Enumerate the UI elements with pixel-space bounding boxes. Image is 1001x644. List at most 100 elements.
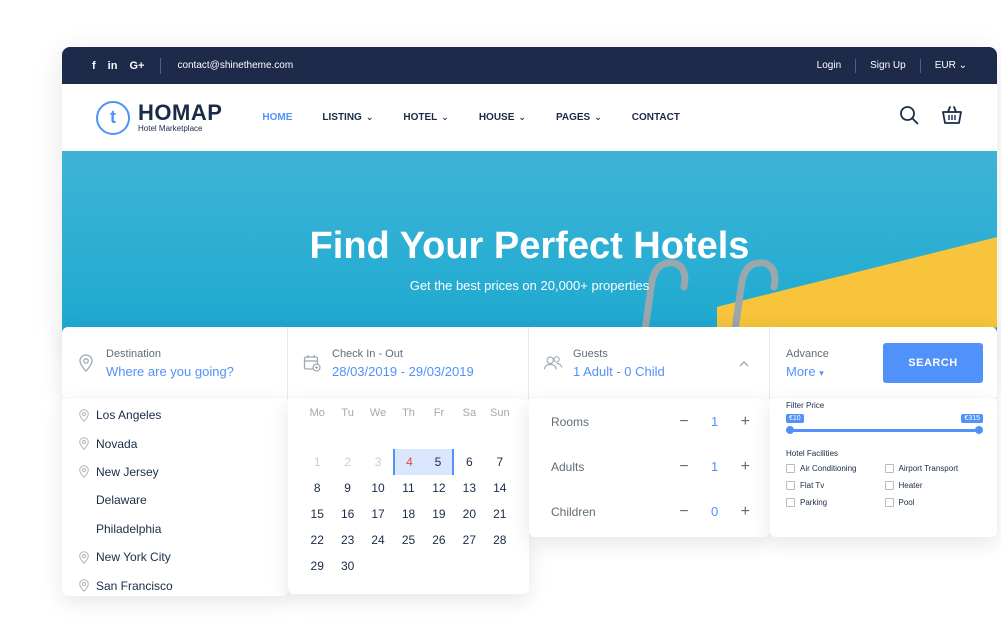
chevron-down-icon: ⌄ [958, 60, 967, 71]
advance-label: Advance [786, 347, 829, 360]
children-stepper: − 0 + [679, 503, 750, 521]
checkbox[interactable] [884, 498, 894, 507]
calendar-day[interactable]: 11 [393, 481, 423, 495]
calendar-day[interactable]: 18 [393, 507, 423, 521]
calendar-day[interactable]: 15 [302, 507, 332, 521]
calendar-day[interactable]: 9 [332, 481, 362, 495]
advance-field[interactable]: Advance More ▾ [770, 327, 843, 399]
google-plus-icon[interactable]: G+ [129, 60, 144, 72]
destination-input[interactable]: Where are you going? [106, 364, 234, 379]
currency-selector[interactable]: EUR ⌄ [935, 60, 967, 71]
facilities-list: Air Conditioning Airport Transport Flat … [786, 464, 983, 507]
calendar-day[interactable]: 29 [302, 559, 332, 573]
chevron-up-icon[interactable] [739, 356, 749, 370]
calendar-day[interactable]: 28 [485, 533, 515, 547]
calendar-day[interactable]: 10 [363, 481, 393, 495]
calendar-day[interactable]: 7 [485, 455, 515, 469]
rooms-stepper: − 1 + [679, 413, 750, 431]
calendar-day[interactable]: 8 [302, 481, 332, 495]
nav-item-home[interactable]: HOME [262, 112, 292, 123]
minus-icon[interactable]: − [679, 503, 688, 521]
guests-label: Guests [573, 347, 608, 360]
slider-handle-min[interactable] [786, 426, 794, 434]
checkbox[interactable] [786, 464, 795, 473]
destination-dropdown: Los Angeles Novada New Jersey Delaware P… [62, 399, 288, 596]
calendar-day[interactable]: 27 [454, 533, 484, 547]
calendar-day[interactable]: 19 [424, 507, 454, 521]
facility-checkbox[interactable]: Airport Transport [884, 464, 984, 473]
list-item[interactable]: New York City [72, 543, 288, 571]
calendar-day[interactable]: 12 [424, 481, 454, 495]
guests-dropdown: Rooms − 1 + Adults − 1 + Children − 0 + [529, 399, 770, 537]
calendar-day[interactable]: 6 [454, 455, 484, 469]
minus-icon[interactable]: − [679, 413, 688, 431]
list-item[interactable]: San Francisco [72, 571, 288, 599]
list-item[interactable]: Delaware [72, 486, 288, 514]
facility-label: Flat Tv [800, 481, 825, 490]
calendar-day[interactable]: 20 [454, 507, 484, 521]
plus-icon[interactable]: + [741, 413, 750, 431]
facility-checkbox[interactable]: Air Conditioning [786, 464, 885, 473]
facility-checkbox[interactable]: Parking [786, 498, 885, 507]
search-button[interactable]: SEARCH [883, 343, 983, 383]
location-pin-icon [72, 408, 96, 422]
facility-checkbox[interactable]: Heater [884, 481, 984, 490]
topbar-divider [160, 57, 162, 74]
advance-more-toggle[interactable]: More ▾ [786, 364, 829, 379]
calendar-day[interactable]: 30 [332, 559, 362, 573]
calendar-day[interactable]: 17 [363, 507, 393, 521]
checkbox[interactable] [786, 498, 795, 507]
calendar-day[interactable]: 22 [302, 533, 332, 547]
slider-handle-max[interactable] [975, 426, 983, 434]
nav-item-pages[interactable]: PAGES ⌄ [556, 112, 602, 123]
calendar-day[interactable]: 24 [363, 533, 393, 547]
plus-icon[interactable]: + [741, 503, 750, 521]
signup-link[interactable]: Sign Up [870, 60, 906, 71]
checkbox[interactable] [884, 481, 894, 490]
list-item[interactable]: New Jersey [72, 458, 288, 486]
contact-email-link[interactable]: contact@shinetheme.com [177, 60, 293, 71]
guests-field[interactable]: Guests 1 Adult - 0 Child [529, 327, 770, 399]
minus-icon[interactable]: − [679, 458, 688, 476]
search-icon[interactable] [899, 105, 919, 130]
calendar-day[interactable]: 16 [332, 507, 362, 521]
calendar-day[interactable]: 14 [485, 481, 515, 495]
nav-item-label: LISTING [322, 112, 362, 123]
checkbox[interactable] [884, 464, 894, 473]
adults-label: Adults [551, 459, 585, 474]
calendar-day-selected-start[interactable]: 4 [393, 449, 424, 475]
location-pin-icon [72, 437, 96, 451]
nav-item-hotel[interactable]: HOTEL ⌄ [403, 112, 448, 123]
linkedin-icon[interactable]: in [108, 60, 118, 72]
nav-item-label: HOUSE [478, 112, 515, 123]
logo[interactable]: t HOMAP Hotel Marketplace [96, 100, 222, 135]
facility-checkbox[interactable]: Pool [884, 498, 984, 507]
facility-checkbox[interactable]: Flat Tv [786, 481, 885, 490]
users-icon [543, 354, 563, 372]
date-range-field[interactable]: Check In - Out 28/03/2019 - 29/03/2019 [288, 327, 529, 399]
nav-item-contact[interactable]: CONTACT [632, 112, 680, 123]
cart-basket-icon[interactable] [941, 105, 963, 130]
price-range-slider[interactable] [786, 425, 983, 435]
calendar-day[interactable]: 21 [485, 507, 515, 521]
list-item[interactable]: Novada [72, 429, 288, 457]
checkbox[interactable] [786, 481, 795, 490]
calendar-day-selected-end[interactable]: 5 [423, 449, 455, 475]
login-link[interactable]: Login [817, 60, 841, 71]
calendar-day[interactable]: 13 [454, 481, 484, 495]
calendar-day[interactable]: 25 [393, 533, 423, 547]
facility-label: Pool [898, 498, 915, 507]
calendar-day[interactable]: 23 [332, 533, 362, 547]
facebook-icon[interactable]: f [92, 60, 96, 72]
calendar-day[interactable]: 26 [424, 533, 454, 547]
nav-item-house[interactable]: HOUSE ⌄ [479, 112, 526, 123]
list-item[interactable]: Los Angeles [72, 401, 288, 429]
advance-more-label: More [786, 363, 816, 379]
search-bar: Destination Where are you going? Check I… [62, 327, 997, 399]
nav-item-listing[interactable]: LISTING ⌄ [322, 112, 373, 123]
list-item[interactable]: Philadelphia [72, 515, 288, 543]
dates-value: 28/03/2019 - 29/03/2019 [332, 363, 474, 379]
main-nav: t HOMAP Hotel Marketplace HOME LISTING ⌄ … [62, 84, 997, 151]
destination-field[interactable]: Destination Where are you going? [62, 327, 288, 399]
plus-icon[interactable]: + [741, 458, 750, 476]
